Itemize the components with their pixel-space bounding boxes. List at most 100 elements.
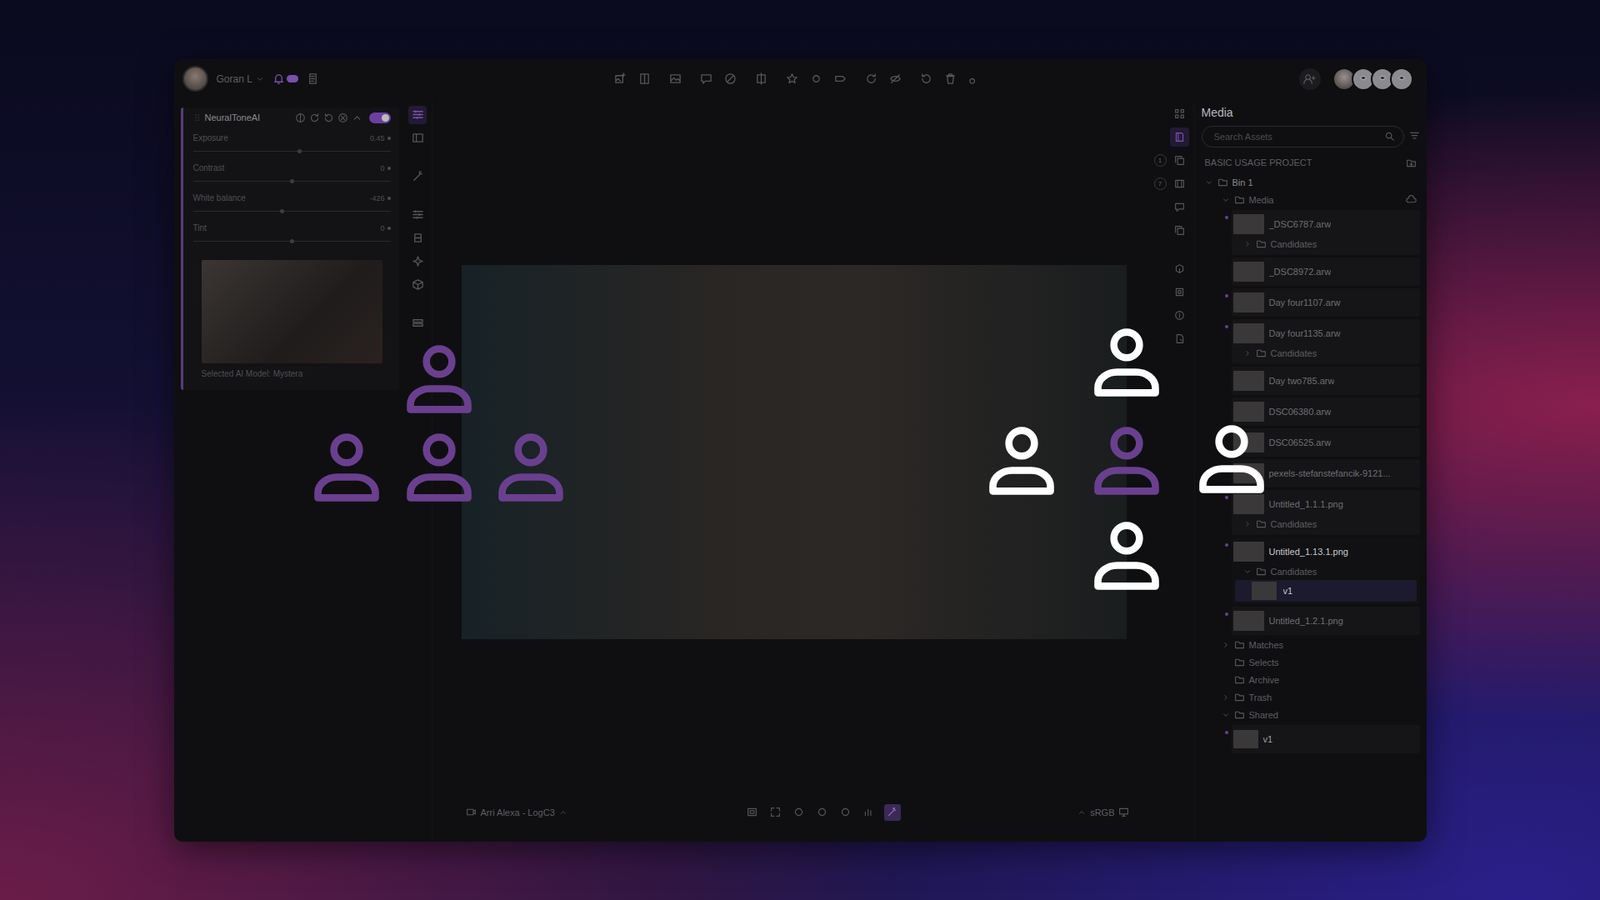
slider-thumb[interactable] (290, 239, 295, 244)
side-button[interactable] (1170, 220, 1190, 240)
collapse-icon[interactable] (351, 112, 363, 124)
slider[interactable]: White balance-426 (193, 190, 391, 220)
color-dot-icon[interactable] (810, 72, 823, 85)
camera-profile[interactable]: Arri Alexa - LogC3 (465, 806, 568, 818)
comment-icon[interactable] (700, 72, 713, 85)
side-button[interactable] (1170, 305, 1190, 325)
tool-button[interactable] (408, 229, 427, 248)
side-button[interactable] (1170, 329, 1190, 349)
collaborator-icon[interactable] (400, 340, 478, 418)
add-image-icon[interactable] (614, 72, 627, 85)
slider-thumb[interactable] (297, 149, 302, 154)
slider[interactable]: Exposure0.45 (193, 130, 391, 160)
asset-item[interactable]: Untitled_1.2.1.png (1231, 606, 1420, 635)
side-button[interactable] (1170, 259, 1190, 279)
folder-row[interactable]: Archive (1201, 672, 1420, 688)
folder-row[interactable]: Matches (1201, 637, 1420, 653)
asset-item[interactable]: Untitled_1.13.1.pngCandidatesv1 (1231, 537, 1420, 605)
asset-item[interactable]: Day four1135.arwCandidates (1231, 319, 1420, 365)
user-menu[interactable]: Goran L (216, 73, 265, 85)
slider[interactable]: Tint0 (193, 220, 391, 250)
bin-row[interactable]: Bin 1 (1201, 175, 1420, 190)
side-button[interactable] (1170, 150, 1190, 170)
folder-row[interactable]: Selects (1201, 655, 1420, 670)
side-button[interactable] (1170, 282, 1190, 302)
folder-row[interactable]: Media (1201, 192, 1420, 208)
collaborator-icon[interactable] (983, 422, 1060, 500)
cloud-icon[interactable] (1405, 194, 1417, 205)
color-space[interactable]: sRGB (1077, 806, 1130, 818)
tool-button[interactable] (408, 205, 427, 225)
collaborator-icon[interactable] (1193, 420, 1270, 498)
tool-button[interactable] (408, 167, 427, 186)
side-button[interactable] (1170, 197, 1190, 217)
undo-icon[interactable] (920, 72, 933, 85)
slider-track[interactable] (193, 240, 391, 242)
tool-button[interactable] (408, 105, 427, 125)
slider-track[interactable] (193, 210, 391, 212)
model-preview[interactable]: Selected AI Model: Mystera (193, 260, 391, 379)
tool-button[interactable] (408, 275, 427, 295)
filter-icon[interactable] (1409, 130, 1420, 142)
side-button[interactable] (1170, 104, 1190, 124)
notifications[interactable] (272, 72, 299, 85)
slider[interactable]: Contrast0 (193, 160, 391, 190)
asset-item[interactable]: _DSC6787.arwCandidates (1231, 210, 1420, 255)
collaborator-icon[interactable] (1088, 324, 1165, 401)
reject-icon[interactable] (724, 72, 737, 85)
trash-icon[interactable] (944, 72, 957, 85)
slider-track[interactable] (193, 180, 391, 182)
version-row[interactable]: v1 (1235, 580, 1417, 602)
asset-item[interactable]: Day four1107.arw (1231, 288, 1420, 317)
document-icon[interactable] (306, 72, 320, 85)
asset-item[interactable]: _DSC8972.arw (1231, 257, 1420, 286)
split-view-icon[interactable] (638, 72, 651, 85)
gallery-icon[interactable] (669, 72, 682, 85)
collaborator-icon[interactable] (308, 429, 385, 506)
side-button[interactable] (1170, 174, 1190, 194)
tool-button[interactable] (408, 314, 427, 333)
view-tool[interactable] (884, 804, 901, 821)
collaborator-icon[interactable] (1088, 517, 1165, 595)
asset-item[interactable]: DSC06525.arw (1231, 428, 1420, 457)
drag-handle-icon[interactable] (193, 113, 202, 122)
collaborator-avatar[interactable] (1390, 67, 1414, 91)
slider-thumb[interactable] (290, 179, 295, 184)
compare-icon[interactable] (295, 112, 306, 124)
view-tool[interactable] (790, 804, 808, 821)
folder-row[interactable]: Trash (1201, 690, 1420, 705)
slider-track[interactable] (193, 150, 391, 152)
star-icon[interactable] (785, 72, 799, 85)
disabled-icon[interactable] (968, 72, 981, 85)
asset-item[interactable]: v1 (1231, 725, 1420, 754)
view-tool[interactable] (744, 804, 761, 821)
compare-icon[interactable] (755, 72, 768, 85)
candidates-row[interactable]: Candidates (1235, 563, 1417, 580)
refresh-icon[interactable] (309, 112, 320, 124)
tool-button[interactable] (408, 252, 427, 271)
tag-icon[interactable] (834, 72, 847, 85)
remove-icon[interactable] (337, 112, 349, 124)
collaborator-icon[interactable] (492, 429, 570, 506)
user-avatar[interactable] (182, 65, 209, 92)
candidates-row[interactable]: Candidates (1235, 345, 1417, 362)
reset-icon[interactable] (323, 112, 335, 124)
side-button[interactable] (1170, 127, 1190, 147)
hide-icon[interactable] (889, 72, 902, 85)
asset-item[interactable]: DSC06380.arw (1231, 397, 1420, 426)
collaborator-icon[interactable] (400, 429, 478, 506)
asset-item[interactable]: Untitled_1.1.1.pngCandidates (1231, 490, 1420, 535)
collaborator-icon[interactable] (1088, 422, 1165, 500)
candidates-row[interactable]: Candidates (1235, 235, 1417, 253)
view-tool[interactable] (767, 804, 785, 821)
view-tool[interactable] (837, 804, 855, 821)
invite-button[interactable] (1299, 68, 1321, 90)
search-field[interactable]: Search Assets (1201, 125, 1405, 148)
asset-item[interactable]: Day two785.arw (1231, 366, 1420, 395)
view-tool[interactable] (860, 804, 878, 821)
folder-row[interactable]: Shared (1201, 707, 1420, 723)
rotate-icon[interactable] (865, 72, 878, 85)
candidates-row[interactable]: Candidates (1235, 515, 1417, 533)
slider-thumb[interactable] (280, 209, 285, 214)
tool-button[interactable] (408, 129, 427, 148)
